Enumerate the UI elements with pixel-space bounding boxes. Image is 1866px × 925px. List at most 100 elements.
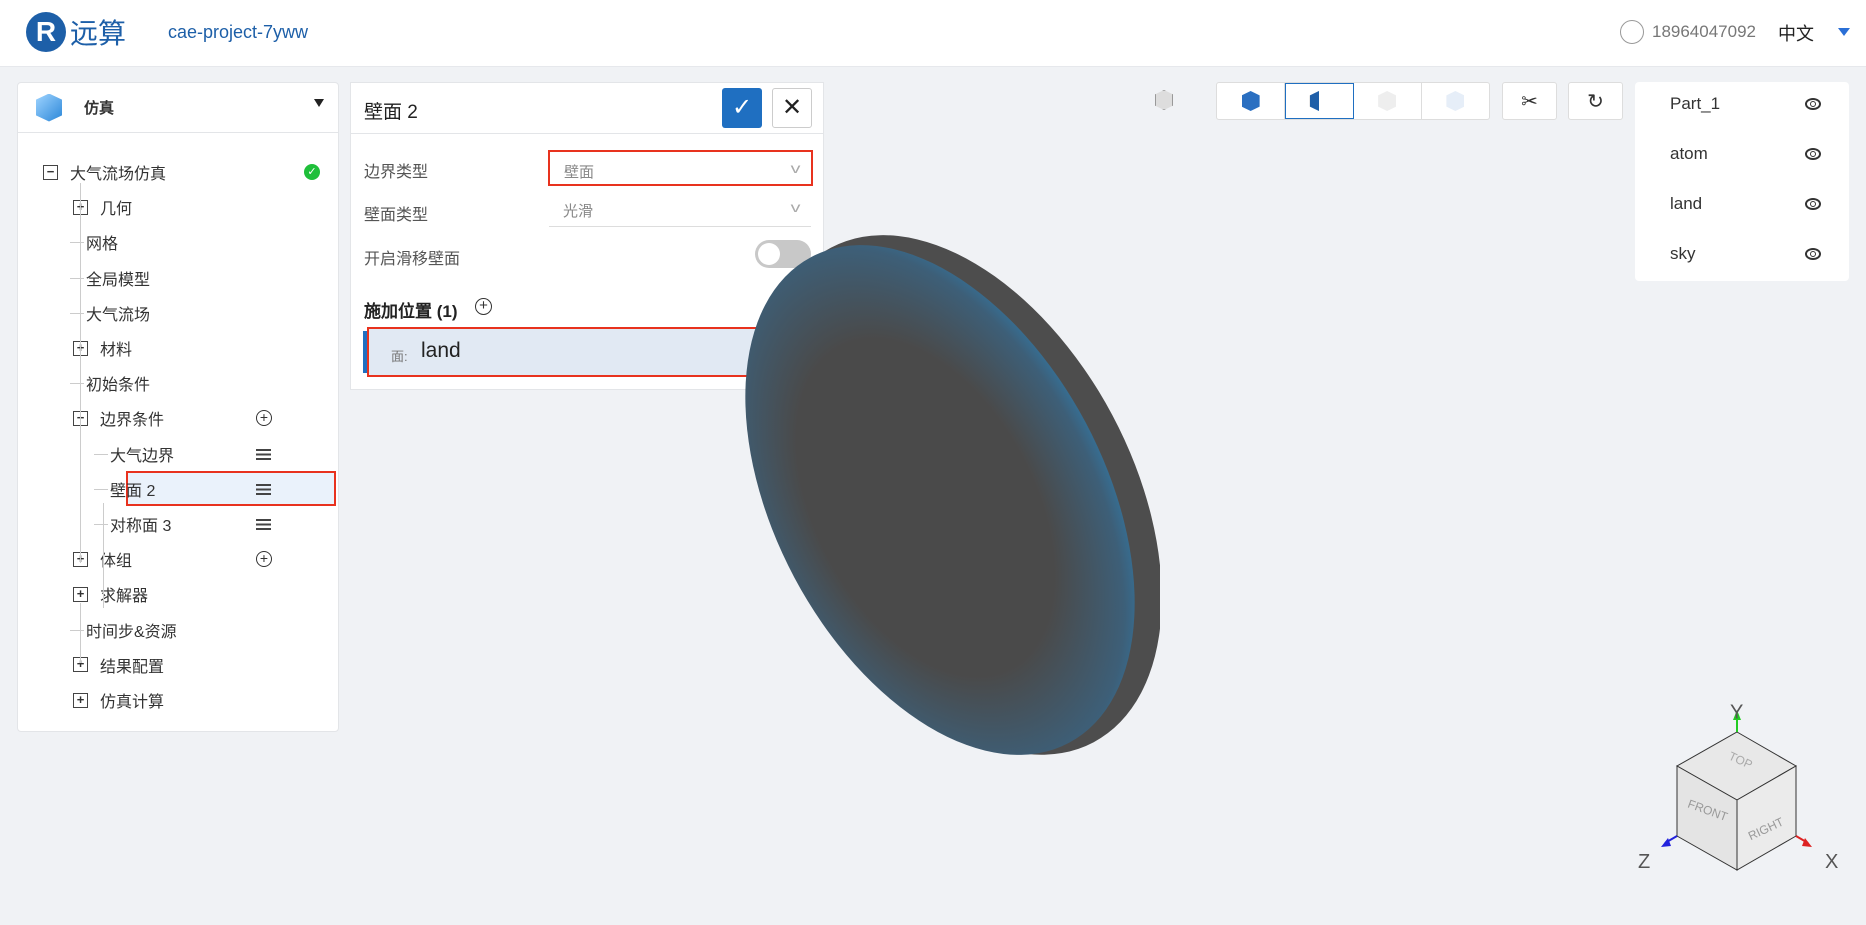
tree-item-label: 网格 [86,236,119,254]
disc-face [745,245,1135,755]
boundary-type-select[interactable]: 壁面 v [548,150,813,186]
tree-item[interactable]: + 仿真计算 [73,685,164,715]
tree-item[interactable]: 初始条件 [70,368,150,398]
menu-icon[interactable] [256,519,271,530]
menu-icon[interactable] [256,483,271,495]
reset-view-button[interactable]: ↻ [1568,82,1623,120]
chevron-down-icon: v [790,160,801,176]
tree-item-label: 结果配置 [100,658,165,676]
add-icon[interactable]: + [256,410,272,427]
expand-icon[interactable]: + [73,692,88,708]
tree-connector [94,488,108,490]
select-value: 壁面 [564,164,595,181]
clip-button[interactable]: ✂ [1502,82,1557,120]
wall-type-label: 壁面类型 [364,207,429,224]
close-button[interactable]: ✕ [772,88,812,128]
cube-icon [36,93,62,122]
x-axis-label: X [1825,851,1838,873]
slip-wall-label: 开启滑移壁面 [364,251,461,268]
tree-item-label: 边界条件 [100,412,165,430]
tree-item[interactable]: + 求解器 [73,579,148,609]
project-name[interactable]: cae-project-7yww [168,22,308,43]
wireframe-mode-button[interactable] [1354,83,1422,119]
logo-mark: R [26,12,66,52]
chevron-down-icon: v [790,199,801,215]
tree-item-label: 仿真计算 [100,694,165,711]
tree-item-label: 全局模型 [86,271,151,289]
add-location-icon[interactable]: + [475,298,492,315]
points-mode-button[interactable] [1422,83,1489,119]
tree-item[interactable]: +几何 [73,192,132,222]
location-key: 面: [391,349,408,364]
tree-item[interactable]: 大气边界 [94,439,175,469]
tree-item-label: 大气边界 [110,447,175,465]
display-mode-group [1216,82,1490,120]
tree-item[interactable]: −边界条件 [73,403,164,433]
tree-connector [70,277,84,279]
select-value: 光滑 [563,203,594,220]
selection-highlight [126,471,336,506]
solid-edges-mode-button[interactable] [1285,83,1354,119]
3d-model-view[interactable] [700,220,1160,780]
tree-item[interactable]: 时间步&资源 [70,615,177,645]
tree-item[interactable]: +材料 [73,333,132,363]
tree-connector [94,453,108,455]
header: R 远算 cae-project-7yww 18964047092 中文 [0,0,1866,67]
eye-icon[interactable] [1805,98,1821,110]
tree-item-label: 时间步&资源 [86,623,177,641]
panel-title: 仿真 [84,100,115,117]
tree-item-label: 大气流场 [86,306,151,324]
add-icon[interactable]: + [256,551,272,568]
axis-orientation-cube[interactable]: TOP FRONT RIGHT Y X Z [1630,700,1866,900]
confirm-button[interactable]: ✓ [722,88,762,128]
divider [351,133,823,134]
part-name[interactable]: sky [1670,244,1696,264]
simulation-tree-panel: 仿真 −大气流场仿真✓+几何网格全局模型大气流场+材料初始条件−边界条件+大气边… [17,82,339,732]
panel-header[interactable]: 仿真 [18,83,338,133]
part-name[interactable]: Part_1 [1670,94,1720,114]
collapse-icon[interactable]: − [43,164,58,180]
z-axis-label: Z [1638,851,1650,873]
boundary-type-label: 边界类型 [364,164,429,181]
tree-item[interactable]: 全局模型 [70,263,151,293]
tree-item[interactable]: − 大气流场仿真 [43,157,166,187]
rotate-icon: ↻ [1587,90,1604,113]
part-name[interactable]: land [1670,194,1702,214]
user-phone: 18964047092 [1651,22,1756,41]
expand-icon[interactable]: + [73,586,88,602]
tree-item[interactable]: 对称面 3 [94,509,171,539]
y-axis-label: Y [1730,702,1743,724]
dialog-title: 壁面 2 [364,102,418,123]
tree-connector [94,524,108,525]
tree-connector [70,383,84,385]
tree-guide-line [80,323,81,418]
status-ok-icon: ✓ [304,164,320,180]
tree-item-label: 求解器 [100,588,149,606]
eye-icon[interactable] [1805,248,1821,260]
apply-location-label: 施加位置 (1) [364,302,458,321]
view-cube-icon[interactable] [1152,88,1176,112]
eye-icon[interactable] [1805,198,1821,210]
tree-item[interactable]: 大气流场 [70,298,151,328]
part-name[interactable]: atom [1670,144,1708,164]
eye-icon[interactable] [1805,148,1821,160]
user-account[interactable]: 18964047092 [1619,20,1756,44]
tree-item[interactable]: + 结果配置 [73,650,164,680]
tree-item[interactable]: 网格 [70,227,119,257]
tree-item-label: 大气流场仿真 [70,166,167,183]
menu-icon[interactable] [256,448,271,460]
location-value: land [421,339,461,362]
caret-down-icon[interactable] [314,99,324,107]
solid-mode-button[interactable] [1217,83,1286,119]
caret-down-icon[interactable] [1838,28,1850,36]
tree-item[interactable]: 壁面 2 [94,474,156,504]
parts-panel: Part_1atom land sky [1635,82,1849,281]
tree-connector [70,242,84,244]
language-select[interactable]: 中文 [1778,20,1814,46]
tree-connector [70,629,84,631]
tree-connector [70,312,84,314]
tree-item-label: 壁面 2 [110,482,156,500]
logo[interactable]: R 远算 [26,12,126,52]
tree-item-label: 几何 [100,201,133,219]
tree-guide-line [103,503,104,608]
